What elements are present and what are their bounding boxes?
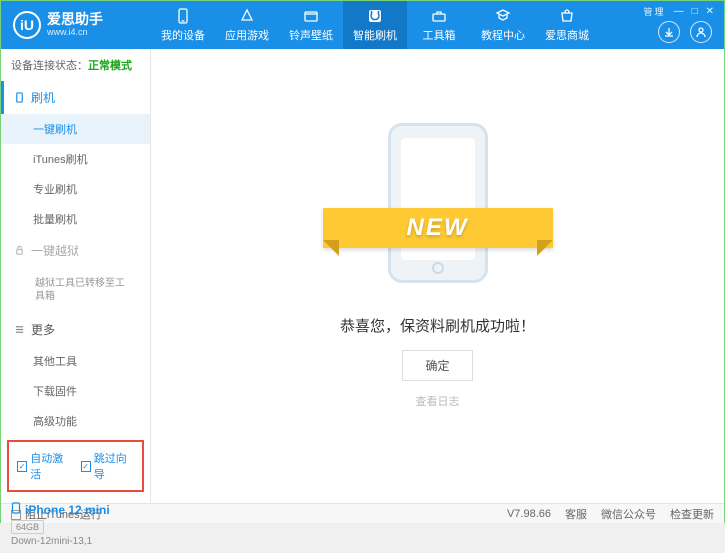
section-label: 刷机: [31, 89, 55, 106]
app-name: 爱思助手: [47, 12, 103, 27]
connected-device[interactable]: iPhone 12 mini 64GB Down-12mini-13,1: [1, 496, 150, 553]
nav-tutorials[interactable]: 教程中心: [471, 1, 535, 49]
device-phone-icon: [11, 502, 21, 517]
maximize-button[interactable]: □: [692, 6, 698, 17]
flash-icon: [366, 7, 384, 25]
nav-label: 爱思商城: [545, 27, 589, 43]
check-update-link[interactable]: 检查更新: [670, 506, 714, 522]
success-message: 恭喜您，保资料刷机成功啦！: [340, 315, 535, 336]
main-nav: 我的设备 应用游戏 铃声壁纸 智能刷机 工具箱 教程中心 爱思商城: [151, 1, 599, 49]
nav-my-device[interactable]: 我的设备: [151, 1, 215, 49]
nav-label: 教程中心: [481, 27, 525, 43]
status-mode: 正常模式: [88, 60, 132, 72]
device-name-label: iPhone 12 mini: [25, 503, 110, 517]
success-illustration: NEW: [338, 113, 538, 293]
apps-icon: [238, 7, 256, 25]
version-label: V7.98.66: [507, 508, 551, 520]
jailbreak-note: 越狱工具已转移至工具箱: [29, 271, 138, 309]
nav-ringtone-wallpaper[interactable]: 铃声壁纸: [279, 1, 343, 49]
user-icon[interactable]: [690, 21, 712, 43]
sidebar-item-pro-flash[interactable]: 专业刷机: [1, 174, 150, 204]
checkbox-auto-activate[interactable]: ✓自动激活: [17, 450, 71, 482]
section-label: 一键越狱: [31, 242, 79, 259]
sidebar-item-advanced[interactable]: 高级功能: [1, 406, 150, 436]
device-storage-badge: 64GB: [11, 520, 44, 534]
sidebar-item-itunes-flash[interactable]: iTunes刷机: [1, 144, 150, 174]
sidebar-item-download-firmware[interactable]: 下载固件: [1, 376, 150, 406]
title-bar: iU 爱思助手 www.i4.cn 我的设备 应用游戏 铃声壁纸 智能刷机 工具…: [1, 1, 724, 49]
nav-label: 工具箱: [423, 27, 456, 43]
checkbox-skip-guide[interactable]: ✓跳过向导: [81, 450, 135, 482]
header-circle-buttons: [658, 21, 712, 43]
checkbox-label: 跳过向导: [94, 450, 134, 482]
minimize-button[interactable]: —: [674, 6, 684, 17]
ok-button[interactable]: 确定: [402, 350, 472, 381]
section-jailbreak: 一键越狱: [1, 234, 150, 267]
nav-label: 应用游戏: [225, 27, 269, 43]
sidebar-item-oneclick-flash[interactable]: 一键刷机: [1, 114, 150, 144]
highlighted-checkbox-row: ✓自动激活 ✓跳过向导: [7, 440, 144, 492]
sidebar: 设备连接状态：正常模式 刷机 一键刷机 iTunes刷机 专业刷机 批量刷机 一…: [1, 49, 151, 503]
view-log-link[interactable]: 查看日志: [416, 393, 460, 409]
phone-illustration: [388, 123, 488, 283]
nav-label: 我的设备: [161, 27, 205, 43]
toolbox-icon: [430, 7, 448, 25]
logo-icon: iU: [13, 11, 41, 39]
nav-apps-games[interactable]: 应用游戏: [215, 1, 279, 49]
section-label: 更多: [31, 321, 55, 338]
device-model-sub: Down-12mini-13,1: [11, 536, 140, 547]
lock-icon: [13, 245, 25, 257]
window-controls: 管理 — □ ✕: [644, 5, 714, 18]
menu-icon: [13, 324, 25, 336]
sidebar-item-other-tools[interactable]: 其他工具: [1, 346, 150, 376]
phone-icon: [13, 92, 25, 104]
nav-label: 智能刷机: [353, 27, 397, 43]
status-label: 设备连接状态：: [11, 60, 88, 72]
tutorial-icon: [494, 7, 512, 25]
close-button[interactable]: ✕: [706, 6, 714, 17]
nav-smart-flash[interactable]: 智能刷机: [343, 1, 407, 49]
new-ribbon: NEW: [323, 208, 553, 248]
content-area: NEW 恭喜您，保资料刷机成功啦！ 确定 查看日志: [151, 49, 724, 503]
store-icon: [558, 7, 576, 25]
wechat-link[interactable]: 微信公众号: [601, 506, 656, 522]
section-flash[interactable]: 刷机: [1, 81, 150, 114]
section-more[interactable]: 更多: [1, 313, 150, 346]
support-link[interactable]: 客服: [565, 506, 587, 522]
download-icon[interactable]: [658, 21, 680, 43]
nav-label: 铃声壁纸: [289, 27, 333, 43]
nav-store[interactable]: 爱思商城: [535, 1, 599, 49]
device-icon: [174, 7, 192, 25]
checkbox-label: 自动激活: [30, 450, 70, 482]
app-url: www.i4.cn: [47, 28, 103, 38]
logo: iU 爱思助手 www.i4.cn: [1, 11, 151, 39]
nav-toolbox[interactable]: 工具箱: [407, 1, 471, 49]
wallet-icon: [302, 7, 320, 25]
tabs-label[interactable]: 管理: [644, 5, 666, 18]
sidebar-item-batch-flash[interactable]: 批量刷机: [1, 204, 150, 234]
device-status: 设备连接状态：正常模式: [1, 49, 150, 81]
